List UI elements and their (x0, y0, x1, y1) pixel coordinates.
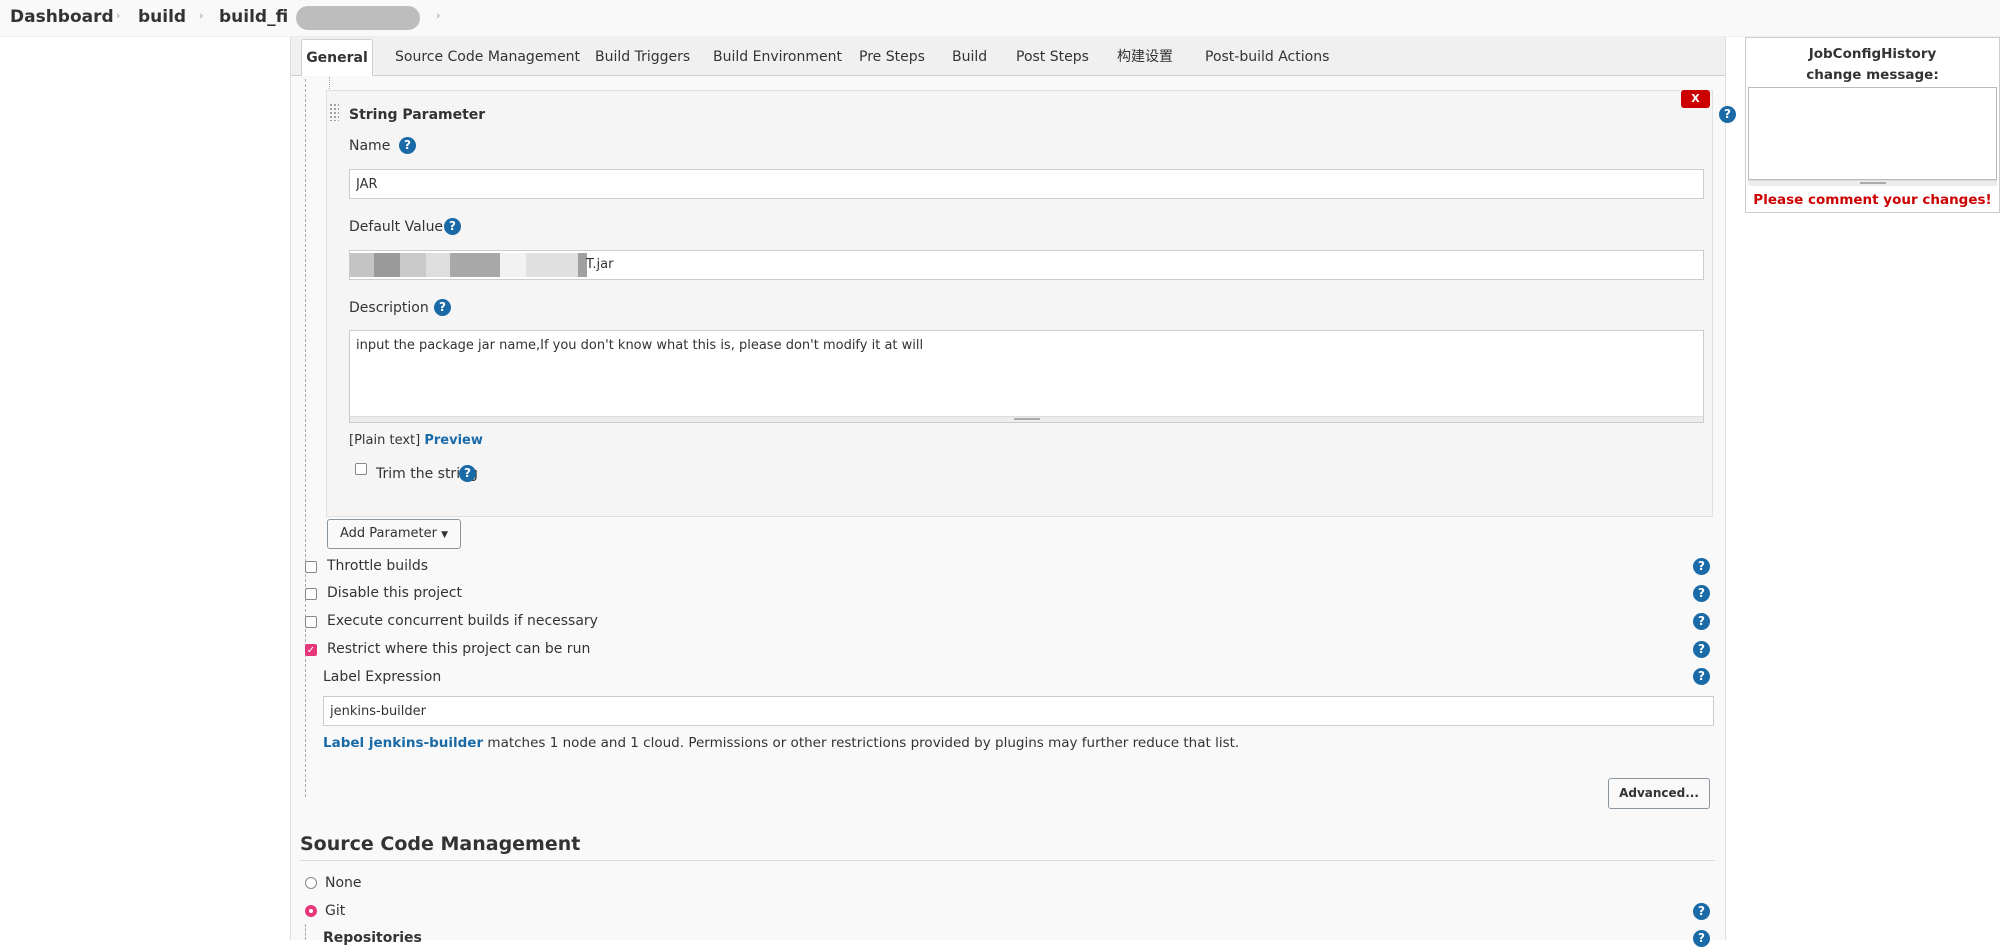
help-icon[interactable]: ? (1693, 930, 1710, 947)
add-parameter-label: Add Parameter (340, 526, 437, 541)
resize-grip-icon (1860, 182, 1886, 184)
chevron-right-icon: › (116, 9, 121, 22)
help-icon[interactable]: ? (1693, 585, 1710, 602)
help-icon[interactable]: ? (1693, 903, 1710, 920)
help-icon[interactable]: ? (434, 299, 451, 316)
name-input[interactable] (349, 169, 1704, 199)
description-text: input the package jar name,If you don't … (356, 338, 924, 353)
job-config-history-panel: JobConfigHistory change message: Please … (1745, 37, 2000, 213)
breadcrumb-dashboard[interactable]: Dashboard (10, 7, 114, 27)
config-panel: General Source Code Management Build Tri… (290, 37, 1736, 947)
plain-text-indicator: [Plain text] Preview (349, 433, 483, 448)
label-expression-input[interactable] (323, 696, 1714, 726)
change-message-textarea[interactable] (1748, 87, 1997, 180)
restrict-run-checkbox[interactable]: ✓ (305, 644, 317, 656)
plain-text-label: [Plain text] (349, 433, 421, 448)
textarea-resize-bar[interactable] (350, 416, 1703, 422)
section-guide-line (305, 924, 306, 940)
add-parameter-button[interactable]: Add Parameter ▼ (327, 519, 461, 549)
advanced-button[interactable]: Advanced... (1608, 778, 1710, 809)
preview-link[interactable]: Preview (424, 433, 483, 448)
repositories-label: Repositories (323, 930, 422, 946)
concurrent-builds-checkbox[interactable] (305, 616, 317, 628)
change-message-title: JobConfigHistory change message: (1746, 44, 1999, 86)
resize-grip-icon (1014, 418, 1040, 420)
section-divider (300, 860, 1715, 861)
tab-pre-steps[interactable]: Pre Steps (859, 37, 925, 74)
parameter-title: String Parameter (349, 107, 486, 123)
help-icon[interactable]: ? (444, 218, 461, 235)
string-parameter-block: String Parameter X ? Name ? Default Valu… (326, 77, 1736, 517)
help-icon[interactable]: ? (1719, 106, 1736, 123)
title-line: JobConfigHistory (1808, 46, 1937, 62)
trim-string-checkbox[interactable] (355, 463, 367, 475)
description-label: Description (349, 300, 429, 316)
label-match-info: Label jenkins-builder matches 1 node and… (323, 735, 1239, 751)
help-icon[interactable]: ? (459, 465, 476, 482)
config-tabbar: General Source Code Management Build Tri… (291, 37, 1725, 76)
tab-build[interactable]: Build (952, 37, 987, 74)
default-value-label: Default Value (349, 219, 444, 235)
comment-warning: Please comment your changes! (1753, 192, 1992, 208)
label-expression-label: Label Expression (323, 669, 442, 685)
chevron-right-icon: › (199, 9, 204, 22)
redacted-block (350, 253, 587, 277)
chevron-right-icon: › (436, 9, 441, 22)
delete-parameter-button[interactable]: X (1681, 90, 1710, 108)
scm-none-radio[interactable] (305, 877, 317, 889)
restrict-run-label: Restrict where this project can be run (327, 641, 591, 657)
breadcrumb-job[interactable]: build_fi (219, 7, 288, 27)
disable-project-checkbox[interactable] (305, 588, 317, 600)
drag-handle-top (329, 77, 330, 89)
scm-git-label: Git (325, 903, 346, 919)
concurrent-builds-label: Execute concurrent builds if necessary (327, 613, 598, 629)
disable-project-label: Disable this project (327, 585, 462, 601)
scm-none-label: None (325, 875, 362, 891)
tab-source-code-management[interactable]: Source Code Management (395, 37, 580, 74)
tab-post-build-actions[interactable]: Post-build Actions (1205, 37, 1329, 74)
breadcrumb: Dashboard › build › build_fi › (0, 0, 2000, 37)
help-icon[interactable]: ? (1693, 668, 1710, 685)
breadcrumb-build[interactable]: build (138, 7, 186, 27)
textarea-resize-bar[interactable] (1748, 180, 1997, 186)
description-textarea[interactable]: input the package jar name,If you don't … (349, 330, 1704, 423)
title-line: change message: (1806, 67, 1939, 83)
label-link[interactable]: Label jenkins-builder (323, 735, 483, 751)
label-match-text: matches 1 node and 1 cloud. Permissions … (487, 735, 1240, 751)
throttle-builds-label: Throttle builds (327, 558, 429, 574)
help-icon[interactable]: ? (1693, 641, 1710, 658)
tab-post-steps[interactable]: Post Steps (1016, 37, 1089, 74)
tab-general[interactable]: General (301, 39, 373, 76)
default-value-input[interactable]: T.jar (349, 250, 1704, 280)
help-icon[interactable]: ? (1693, 558, 1710, 575)
redacted-block (296, 6, 420, 30)
help-icon[interactable]: ? (1693, 613, 1710, 630)
scm-section-heading: Source Code Management (300, 833, 581, 855)
name-label: Name (349, 138, 391, 154)
caret-down-icon: ▼ (441, 530, 448, 540)
throttle-builds-checkbox[interactable] (305, 561, 317, 573)
drag-handle-icon[interactable] (329, 103, 339, 121)
help-icon[interactable]: ? (399, 137, 416, 154)
scm-git-radio[interactable] (305, 905, 317, 917)
tab-build-triggers[interactable]: Build Triggers (595, 37, 690, 74)
tab-build-environment[interactable]: Build Environment (713, 37, 842, 74)
section-guide-line (305, 79, 306, 797)
tab-build-settings[interactable]: 构建设置 (1117, 37, 1173, 74)
default-value-text: T.jar (586, 257, 614, 272)
